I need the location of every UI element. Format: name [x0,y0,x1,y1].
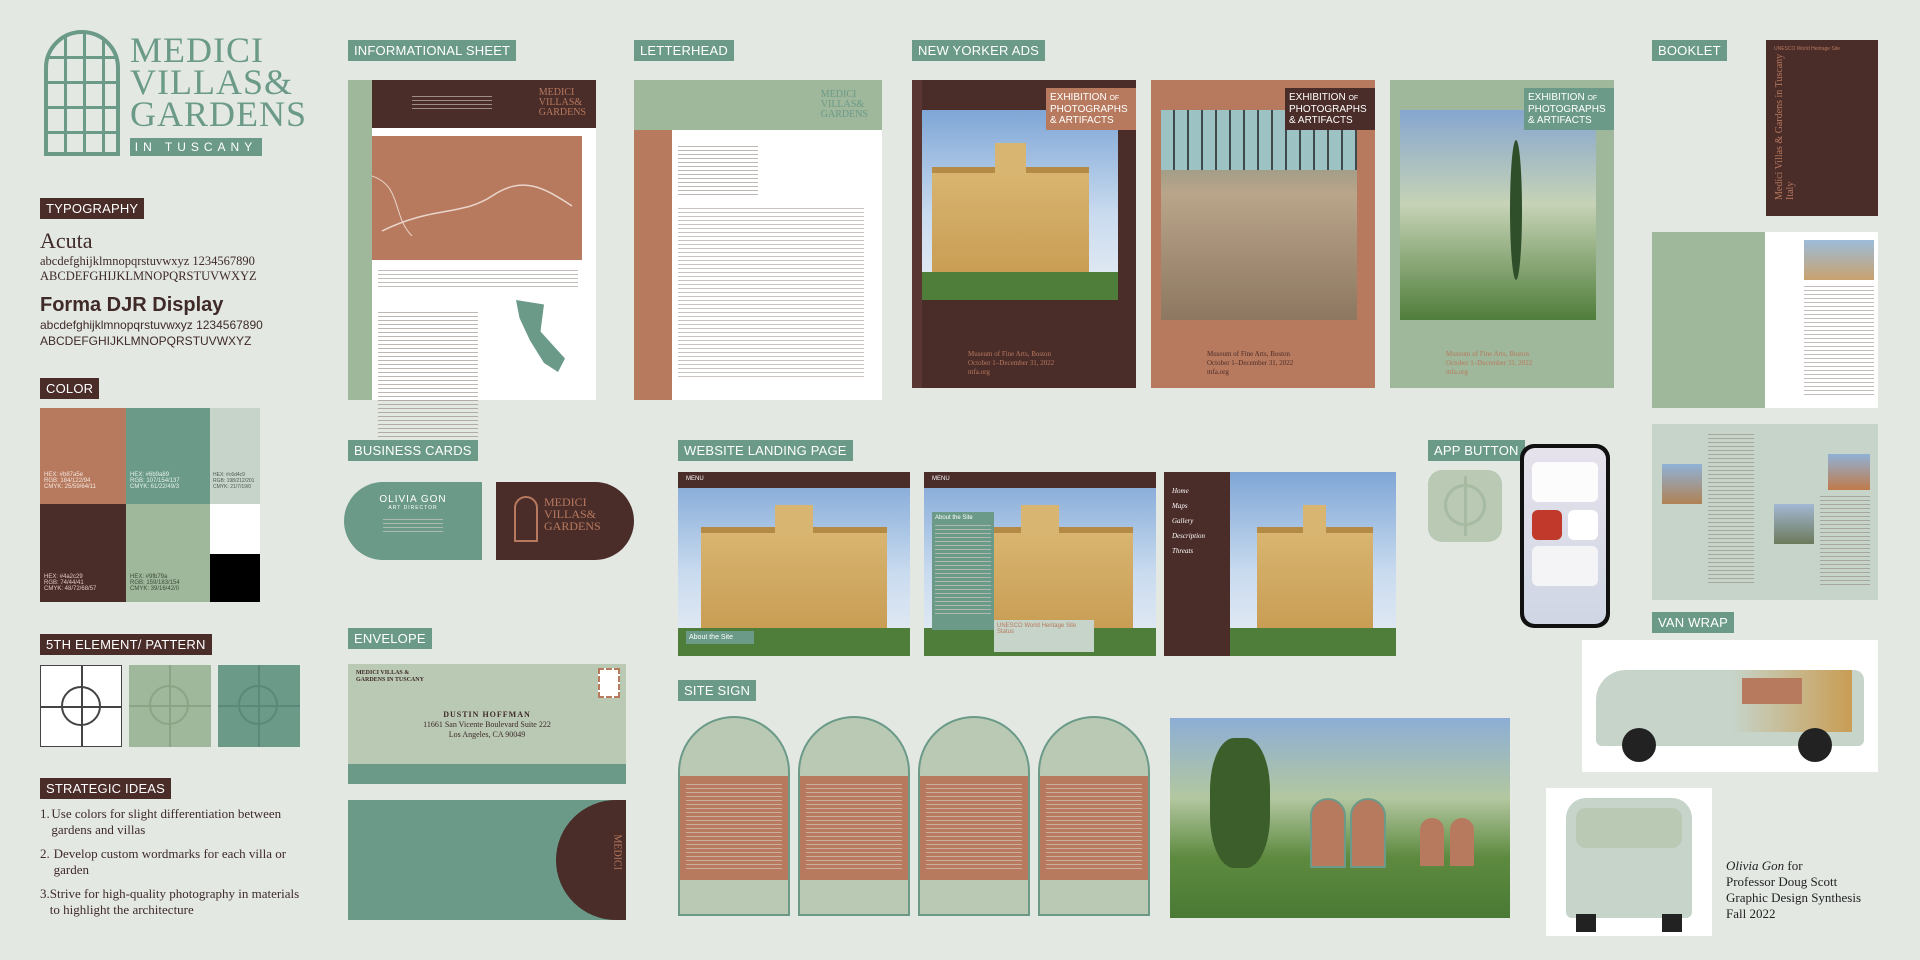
label-envelope: ENVELOPE [348,628,432,649]
site-sign-1 [678,716,790,916]
label-booklet: BOOKLET [1652,40,1727,61]
envelope-front: MEDICI VILLAS & GARDENS IN TUSCANY DUSTIN… [348,664,626,784]
website-frame-3: Home Maps Gallery Description Threats [1164,472,1396,656]
label-letterhead: LETTERHEAD [634,40,734,61]
swatch-sage: HEX: #6b9a89 RGB: 107/154/137 CMYK: 61/22/… [126,408,210,504]
label-color: COLOR [40,378,100,399]
idea-item: 1. Use colors for slight differentiation … [40,806,282,837]
site-sign-3 [918,716,1030,916]
credit: Olivia Gon for Professor Doug Scott Grap… [1726,858,1862,921]
label-info-sheet: INFORMATIONAL SHEET [348,40,517,61]
nav-home[interactable]: Home [1172,484,1222,499]
font2-lower: abcdefghijklmnopqrstuvwxyz 1234567890 [40,318,263,332]
swatch-brown: HEX: #4a2c29 RGB: 74/44/41 CMYK: 48/72/68/… [40,504,126,602]
nav-description[interactable]: Description [1172,529,1222,544]
swatch-mint: HEX: #c6d4c9 RGB: 198/212/201 CMYK: 21/7/1… [210,408,260,504]
pattern-tile-line [40,665,122,747]
site-sign-4 [1038,716,1150,916]
swatch-olive: HEX: #9fb79a RGB: 159/183/154 CMYK: 39/16/… [126,504,210,602]
business-card-back: MEDICI VILLAS& GARDENS [496,482,634,560]
ad-title: EXHIBITION OF PHOTOGRAPHS & ARTIFACTS [1046,88,1136,130]
website-frame-1: MENU About the Site [678,472,910,656]
credit-professor: Professor Doug Scott [1726,874,1838,889]
label-site-sign: SITE SIGN [678,680,757,701]
booklet-spread-2 [1652,424,1878,600]
info-sheet: MEDICI VILLAS& GARDENS [348,80,596,462]
brand-logo: MEDICI VILLAS& GARDENS IN TUSCANY [40,28,306,163]
map [371,136,582,260]
booklet-spread-1 [1652,232,1878,408]
stamp [598,668,620,698]
label-strategic: STRATEGIC IDEAS [40,778,172,799]
credit-name: Olivia Gon [1726,858,1785,873]
swatch-black [210,554,260,602]
window-arch-icon [44,30,120,156]
site-sign-2 [798,716,910,916]
italy-map [516,300,565,372]
font1-upper: ABCDEFGHIJKLMNOPQRSTUVWXYZ [40,269,257,283]
ad-terra: EXHIBITION OF PHOTOGRAPHS & ARTIFACTS Muse… [1151,80,1375,388]
ad-brown: EXHIBITION OF PHOTOGRAPHS & ARTIFACTS Muse… [912,80,1136,388]
envelope-back: MEDICI [348,800,626,920]
booklet-cover: UNESCO World Heritage Site Medici Villas… [1766,40,1878,216]
nav-gallery[interactable]: Gallery [1172,514,1222,529]
font2-upper: ABCDEFGHIJKLMNOPQRSTUVWXYZ [40,334,252,348]
van-rear [1546,788,1712,936]
pattern-tile-sage [218,665,300,747]
strategic-list: 1. Use colors for slight differentiation … [40,806,300,918]
label-app-button: APP BUTTON [1428,440,1525,461]
nav-threats[interactable]: Threats [1172,544,1222,559]
font1-name: Acuta [40,228,93,253]
font1-lower: abcdefghijklmnopqrstuvwxyz 1234567890 [40,254,255,268]
idea-item: 3. Strive for high-quality photography in… [40,886,300,917]
ad-olive: EXHIBITION OF PHOTOGRAPHS & ARTIFACTS Muse… [1390,80,1614,388]
brand-line-4: IN TUSCANY [130,138,262,156]
label-business-cards: BUSINESS CARDS [348,440,478,461]
label-ads: NEW YORKER ADS [912,40,1046,61]
label-pattern: 5TH ELEMENT/ PATTERN [40,634,212,655]
idea-item: 2. Develop custom wordmarks for each vill… [40,846,287,877]
pattern-tile-olive [129,665,211,747]
website-frame-2: MENU About the Site UNESCO World Heritag… [924,472,1156,656]
label-van-wrap: VAN WRAP [1652,612,1734,633]
card-name: OLIVIA GON [379,494,447,505]
swatch-terra: HEX: #b87a5e RGB: 184/122/94 CMYK: 25/59/6… [40,408,126,504]
website-nav: Home Maps Gallery Description Threats [1164,472,1230,656]
phone-mockup [1520,444,1610,628]
letterhead: MEDICI VILLAS& GARDENS [634,80,882,400]
color-swatches: HEX: #b87a5e RGB: 184/122/94 CMYK: 25/59/6… [40,408,260,602]
label-website: WEBSITE LANDING PAGE [678,440,853,461]
label-typography: TYPOGRAPHY [40,198,145,219]
credit-course: Graphic Design Synthesis [1726,890,1862,905]
site-sign-photo [1170,718,1510,918]
credit-term: Fall 2022 [1726,906,1776,921]
app-icon[interactable] [1428,470,1502,542]
van-side [1582,640,1878,772]
card-role: ART DIRECTOR [388,505,438,511]
font2-name: Forma DJR Display [40,294,224,316]
business-card-front: OLIVIA GON ART DIRECTOR [344,482,482,560]
swatch-white [210,504,260,554]
brand-line-3: GARDENS [130,94,308,134]
mini-logo: MEDICI VILLAS& GARDENS [538,87,586,118]
nav-maps[interactable]: Maps [1172,499,1222,514]
